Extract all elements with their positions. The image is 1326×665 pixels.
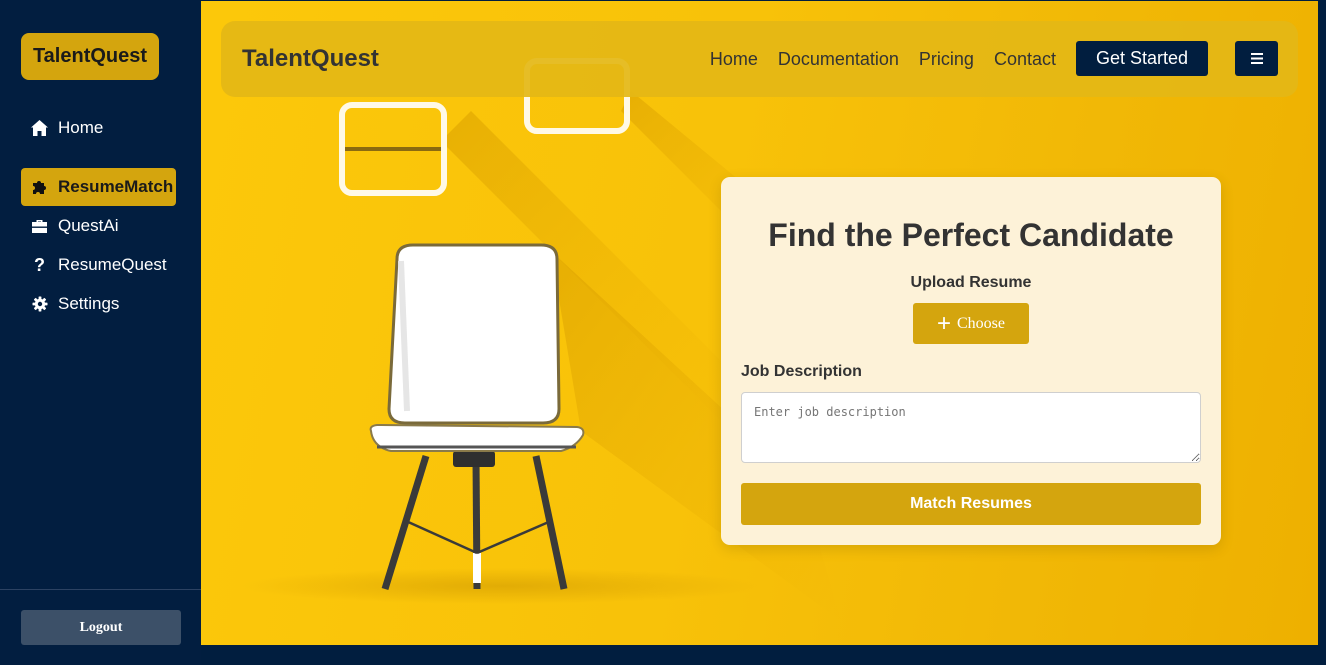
sidebar-item-resumematch[interactable]: ResumeMatch bbox=[21, 168, 176, 206]
match-resumes-button[interactable]: Match Resumes bbox=[741, 483, 1201, 525]
sidebar-item-resumequest[interactable]: ? ResumeQuest bbox=[21, 246, 176, 284]
home-icon bbox=[31, 120, 48, 137]
logout-button[interactable]: Logout bbox=[21, 610, 181, 645]
sidebar-item-home[interactable]: Home bbox=[21, 109, 176, 147]
sidebar-item-questai[interactable]: QuestAi bbox=[21, 207, 176, 245]
choose-label: Choose bbox=[957, 314, 1005, 332]
top-navbar: TalentQuest Home Documentation Pricing C… bbox=[221, 21, 1298, 97]
nav-link-pricing[interactable]: Pricing bbox=[919, 49, 974, 70]
top-nav-links: Home Documentation Pricing Contact bbox=[710, 49, 1056, 70]
briefcase-icon bbox=[31, 218, 48, 235]
puzzle-icon bbox=[31, 179, 48, 196]
nav-link-contact[interactable]: Contact bbox=[994, 49, 1056, 70]
question-icon: ? bbox=[34, 254, 45, 275]
nav-link-documentation[interactable]: Documentation bbox=[778, 49, 899, 70]
sidebar-nav: Home ResumeMatch QuestAi ? ResumeQuest S… bbox=[21, 109, 176, 324]
job-description-label: Job Description bbox=[741, 363, 862, 380]
sidebar-item-label: Home bbox=[58, 118, 104, 137]
upload-resume-label: Upload Resume bbox=[910, 274, 1032, 291]
hero-section: TalentQuest Home Documentation Pricing C… bbox=[201, 1, 1318, 645]
sidebar-brand[interactable]: TalentQuest bbox=[21, 33, 159, 80]
sidebar-divider bbox=[0, 589, 201, 590]
sidebar-item-label: ResumeQuest bbox=[58, 255, 167, 274]
menu-button[interactable] bbox=[1235, 41, 1278, 76]
gear-icon bbox=[31, 296, 48, 313]
hamburger-icon bbox=[1250, 53, 1263, 64]
sidebar: TalentQuest Home ResumeMatch QuestAi ? R… bbox=[0, 0, 201, 665]
job-description-input[interactable] bbox=[741, 392, 1201, 463]
nav-link-home[interactable]: Home bbox=[710, 49, 758, 70]
card-title: Find the Perfect Candidate bbox=[768, 217, 1174, 253]
page-scrollbar[interactable] bbox=[1318, 0, 1326, 665]
get-started-button[interactable]: Get Started bbox=[1076, 41, 1208, 76]
choose-file-button[interactable]: + Choose bbox=[913, 303, 1029, 344]
sidebar-item-settings[interactable]: Settings bbox=[21, 285, 176, 323]
sidebar-item-label: ResumeMatch bbox=[58, 177, 174, 196]
sidebar-item-label: QuestAi bbox=[58, 216, 119, 235]
plus-icon: + bbox=[936, 309, 951, 337]
sidebar-item-label: Settings bbox=[58, 294, 120, 313]
resume-match-card: Find the Perfect Candidate Upload Resume… bbox=[721, 177, 1221, 545]
navbar-brand[interactable]: TalentQuest bbox=[242, 45, 379, 73]
